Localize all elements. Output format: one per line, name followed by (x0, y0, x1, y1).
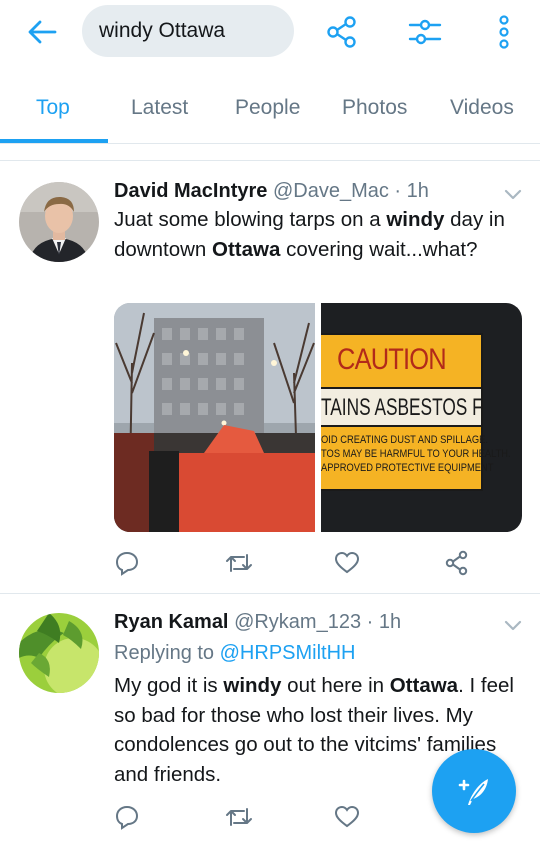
heart-icon (334, 551, 360, 574)
reply-button[interactable] (112, 802, 142, 832)
avatar[interactable] (19, 182, 99, 262)
search-filters-button[interactable] (403, 10, 447, 54)
author-handle[interactable]: @Rykam_123 (234, 611, 361, 633)
top-bar: windy Ottawa (0, 0, 540, 64)
sliders-icon (408, 19, 442, 45)
tab-photos[interactable]: Photos (342, 96, 407, 120)
reply-prefix: Replying to (114, 642, 220, 664)
divider (0, 160, 540, 161)
tweet-text: Juat some blowing tarps on a windy day i… (114, 205, 524, 264)
compose-tweet-button[interactable] (432, 749, 516, 833)
text-segment: out here in (281, 674, 390, 697)
back-button[interactable] (22, 14, 62, 50)
chevron-down-icon[interactable] (503, 187, 523, 201)
replying-to: Replying to @HRPSMiltHH (114, 642, 355, 665)
retweet-icon (226, 554, 252, 572)
sign-band: TAINS ASBESTOS FIBRE (321, 387, 481, 427)
tweet-header: David MacIntyre @Dave_Mac · 1h (114, 180, 429, 203)
media-photo-street[interactable] (114, 303, 315, 532)
author-name[interactable]: Ryan Kamal (114, 611, 229, 633)
sign-line-3: TOS MAY BE HARMFUL TO YOUR HEALTH. (321, 448, 511, 460)
sign-small-text: OID CREATING DUST AND SPILLAGE. TOS MAY … (321, 433, 511, 475)
dot-separator: · (394, 180, 402, 202)
tab-top[interactable]: Top (36, 96, 70, 120)
heart-icon (334, 805, 360, 828)
like-button[interactable] (332, 548, 362, 578)
highlight-term: Ottawa (212, 237, 281, 261)
tweet-header: Ryan Kamal @Rykam_123 · 1h (114, 611, 401, 634)
sign-line-4: APPROVED PROTECTIVE EQUIPMENT (321, 462, 494, 474)
sign-line-2: OID CREATING DUST AND SPILLAGE. (321, 434, 488, 446)
highlight-term: Ottawa (389, 674, 459, 697)
arrow-left-icon (28, 20, 57, 44)
chevron-down-icon[interactable] (503, 618, 523, 632)
dot-separator: · (366, 611, 374, 633)
caution-heading: CAUTION (337, 343, 447, 376)
tab-videos[interactable]: Videos (450, 96, 514, 120)
more-options-button[interactable] (482, 10, 526, 54)
avatar-photo (19, 613, 99, 693)
share-tweet-button[interactable] (442, 548, 472, 578)
more-vertical-icon (499, 15, 509, 49)
text-segment: My god it is (114, 674, 224, 697)
active-tab-indicator (0, 139, 108, 143)
avatar-photo (19, 182, 99, 262)
like-button[interactable] (332, 802, 362, 832)
caution-sign: CAUTION TAINS ASBESTOS FIBRE OID CREATIN… (321, 333, 511, 491)
sign-line-1: TAINS ASBESTOS FIBRE (321, 394, 481, 421)
reply-handle-link[interactable]: @HRPSMiltHH (220, 642, 356, 664)
tweet-actions (114, 548, 534, 578)
highlight-term: windy (223, 674, 282, 697)
avatar[interactable] (19, 613, 99, 693)
tweet-divider (0, 593, 540, 594)
retweet-icon (226, 808, 252, 826)
compose-tweet-icon (458, 779, 488, 805)
reply-icon (115, 805, 139, 830)
retweet-button[interactable] (224, 802, 254, 832)
tweet-time: 1h (406, 180, 429, 202)
retweet-button[interactable] (224, 548, 254, 578)
search-input[interactable]: windy Ottawa (82, 5, 294, 57)
text-segment: Juat some blowing tarps on a (114, 208, 387, 231)
share-button[interactable] (320, 10, 364, 54)
media-photo-sign[interactable]: CAUTION TAINS ASBESTOS FIBRE OID CREATIN… (321, 303, 522, 532)
share-icon (327, 16, 356, 48)
share-icon (445, 550, 468, 576)
tweet-media: CAUTION TAINS ASBESTOS FIBRE OID CREATIN… (114, 303, 522, 532)
author-handle[interactable]: @Dave_Mac (273, 180, 389, 202)
tweet-time: 1h (378, 611, 402, 633)
text-segment: covering wait...what? (280, 237, 478, 261)
reply-icon (115, 551, 139, 576)
highlight-term: windy (386, 208, 445, 231)
author-name[interactable]: David MacIntyre (114, 180, 267, 202)
search-query: windy Ottawa (99, 19, 226, 42)
tab-people[interactable]: People (235, 96, 300, 120)
reply-button[interactable] (112, 548, 142, 578)
search-tabs: Top Latest People Photos Videos (0, 80, 540, 144)
tab-latest[interactable]: Latest (131, 96, 188, 120)
